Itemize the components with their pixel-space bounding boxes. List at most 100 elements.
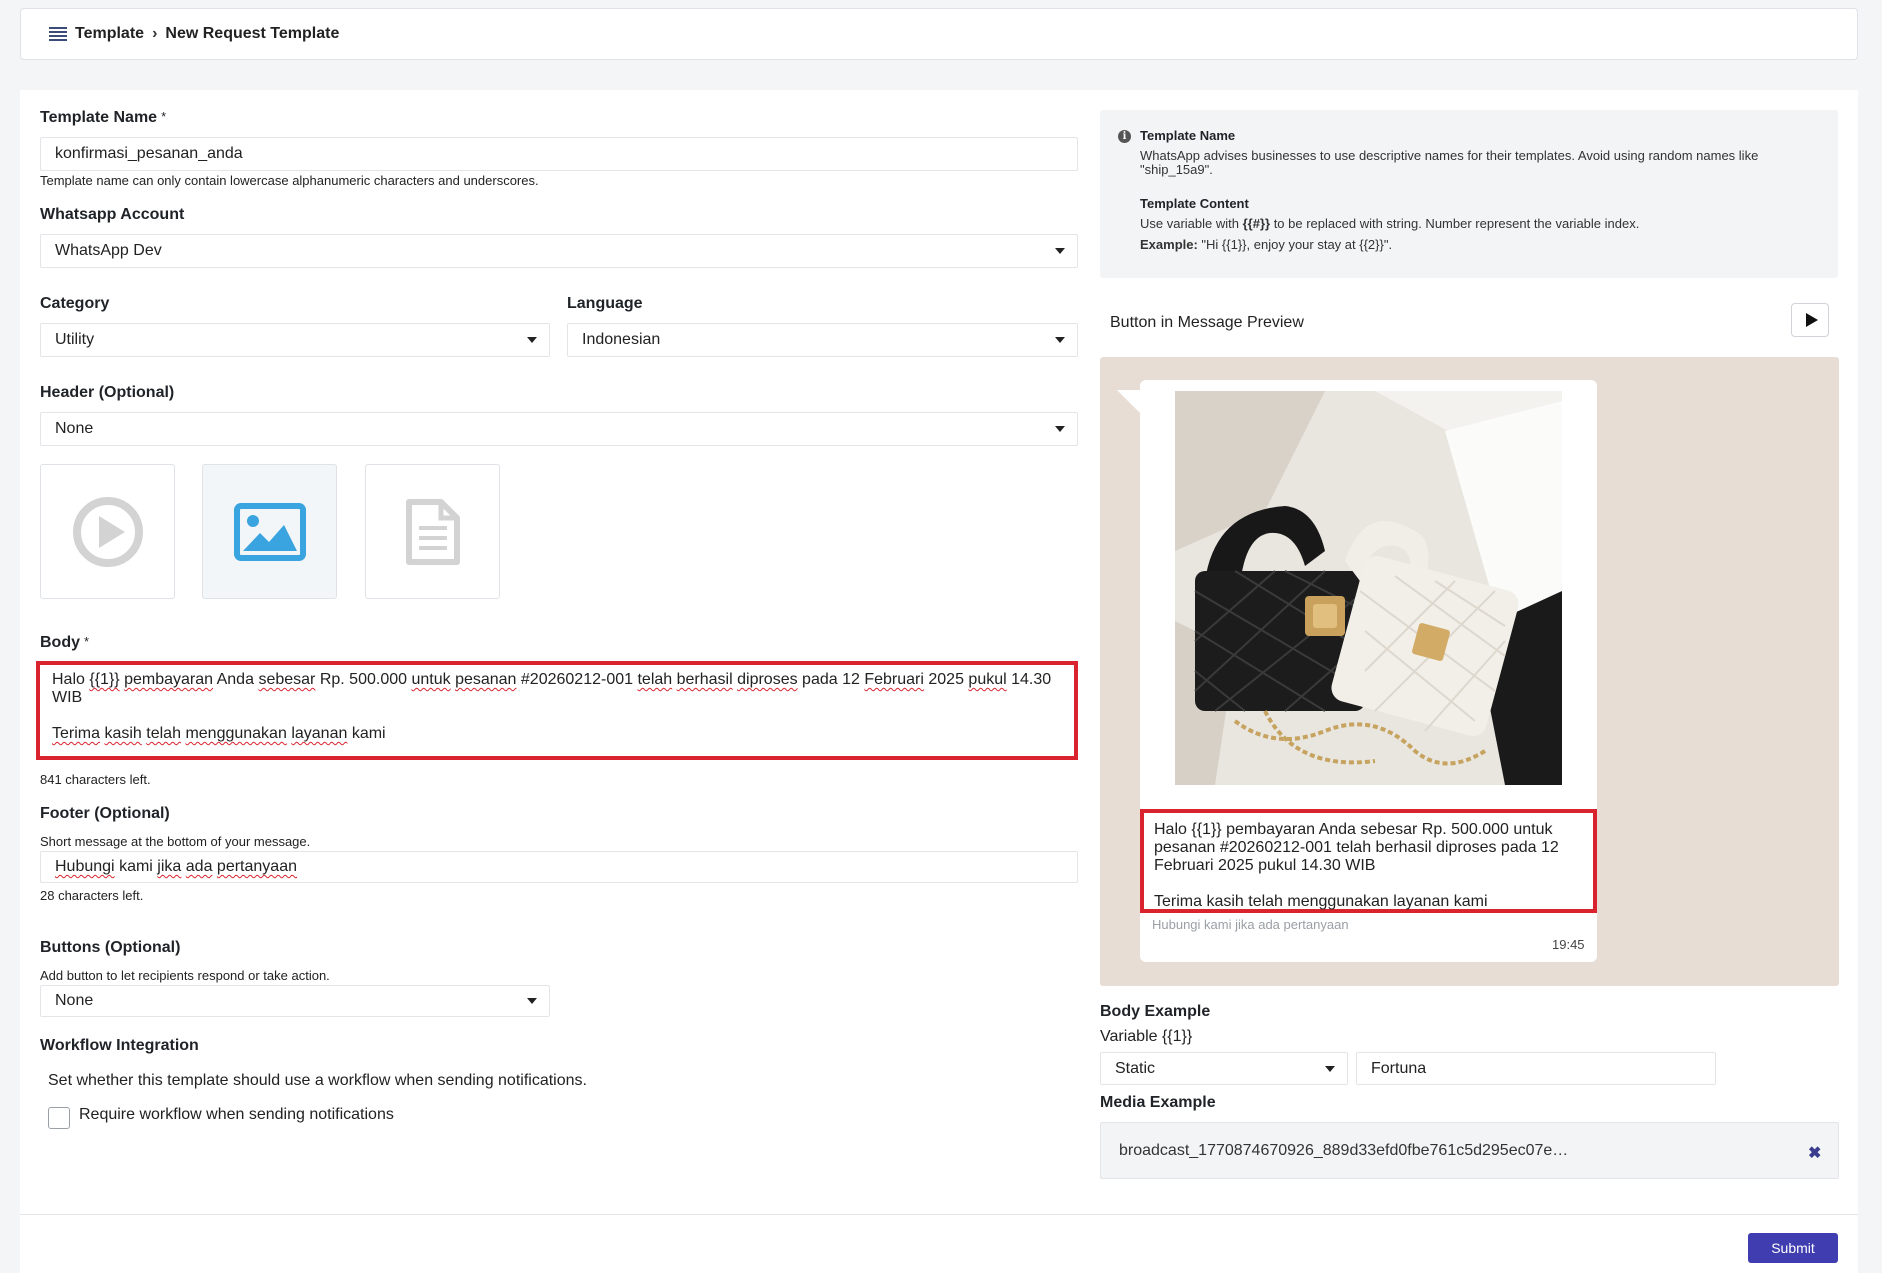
chevron-down-icon [1055, 337, 1065, 343]
language-select[interactable]: Indonesian [567, 323, 1078, 357]
handbags-photo [1175, 391, 1562, 785]
media-example-filename: broadcast_1770874670926_889d33efd0fbe761… [1119, 1141, 1569, 1159]
body-word: 500.000 [349, 671, 408, 688]
preview-timestamp: 19:45 [1552, 937, 1585, 952]
preview-message-line: Terima kasih telah menggunakan layanan k… [1154, 893, 1488, 910]
variable-value-input[interactable]: Fortuna [1356, 1052, 1716, 1085]
header-select[interactable]: None [40, 412, 1078, 446]
category-label: Category [40, 295, 110, 312]
buttons-select[interactable]: None [40, 985, 550, 1017]
buttons-hint: Add button to let recipients respond or … [40, 968, 330, 983]
body-word: 12 [842, 671, 860, 688]
body-example-label: Body Example [1100, 1003, 1211, 1020]
variable-type-select[interactable]: Static [1100, 1052, 1348, 1085]
body-word: #20260212-001 [520, 671, 634, 688]
template-name-hint: Template name can only contain lowercase… [40, 173, 539, 188]
preview-message-body: Halo {{1}} pembayaran Anda sebesar Rp. 5… [1140, 809, 1597, 913]
footer-chars-left: 28 characters left. [40, 888, 144, 903]
body-word: pembayaran [124, 671, 214, 688]
language-value: Indonesian [582, 331, 661, 348]
preview-blank-line [1154, 875, 1583, 893]
language-label: Language [567, 295, 643, 312]
preview-header-image [1175, 391, 1562, 785]
workflow-checkbox-label[interactable]: Require workflow when sending notificati… [79, 1106, 394, 1124]
whatsapp-account-value: WhatsApp Dev [55, 242, 162, 259]
body-word: {{1}} [89, 671, 120, 688]
info-example: Example: "Hi {{1}}, enjoy your stay at {… [1140, 237, 1393, 252]
workflow-label: Workflow Integration [40, 1037, 199, 1054]
body-word: diproses [737, 671, 798, 688]
bubble-tail [1117, 390, 1142, 415]
footer-input[interactable]: Hubungi kami jika ada pertanyaan [40, 851, 1078, 883]
chevron-down-icon [1325, 1065, 1335, 1072]
workflow-description: Set whether this template should use a w… [48, 1072, 587, 1089]
info-name-title: Template Name [1140, 128, 1236, 143]
body-chars-left: 841 characters left. [40, 772, 151, 787]
body-word: layanan [291, 725, 348, 742]
body-word: telah [637, 671, 673, 688]
preview-label: Button in Message Preview [1110, 314, 1304, 331]
body-word: 14.30 [1011, 671, 1052, 688]
preview-message-line: Februari 2025 pukul 14.30 WIB [1154, 857, 1376, 874]
body-label: Body * [40, 634, 90, 651]
body-textarea[interactable]: Halo {{1}} pembayaran Anda sebesar Rp. 5… [36, 661, 1078, 760]
footer-word: pertanyaan [216, 858, 297, 875]
body-word: menggunakan [185, 725, 287, 742]
category-value: Utility [55, 331, 95, 348]
footer-hint: Short message at the bottom of your mess… [40, 834, 311, 849]
chevron-down-icon [527, 998, 537, 1004]
body-line-3: Terima kasih telah menggunakan layanan k… [52, 725, 1062, 743]
remove-media-icon[interactable]: ✖ [1808, 1143, 1821, 1163]
body-word: kasih [104, 725, 142, 742]
body-word: Februari [864, 671, 924, 688]
variable-type-value: Static [1115, 1059, 1156, 1077]
body-word: Terima [52, 725, 101, 742]
buttons-label: Buttons (Optional) [40, 939, 181, 956]
body-word: Rp. [319, 671, 345, 688]
footer-word: Hubungi [55, 858, 115, 875]
chevron-down-icon [527, 337, 537, 343]
play-icon [1805, 313, 1818, 327]
body-word: berhasil [676, 671, 733, 688]
chevron-down-icon [1055, 248, 1065, 254]
body-word: Halo [52, 671, 85, 688]
media-example-label: Media Example [1100, 1094, 1216, 1111]
body-word: sebesar [258, 671, 316, 688]
info-icon: i [1118, 130, 1131, 143]
breadcrumb-separator-icon: › [152, 25, 158, 42]
document-icon [405, 498, 460, 565]
info-name-text: WhatsApp advises businesses to use descr… [1140, 148, 1759, 177]
info-panel: i Template Name WhatsApp advises busines… [1100, 110, 1838, 278]
media-example-file: broadcast_1770874670926_889d33efd0fbe761… [1100, 1122, 1839, 1179]
info-content-title: Template Content [1140, 196, 1249, 211]
breadcrumb-current: New Request Template [165, 25, 340, 42]
submit-button[interactable]: Submit [1748, 1233, 1838, 1263]
info-content-text: Use variable with {{#}} to be replaced w… [1140, 216, 1640, 231]
workflow-checkbox[interactable] [48, 1107, 70, 1129]
footer-divider [20, 1214, 1858, 1215]
body-word: pukul [968, 671, 1007, 688]
body-example-variable-label: Variable {{1}} [1100, 1028, 1193, 1045]
body-word: pada [802, 671, 838, 688]
preview-play-button[interactable] [1791, 303, 1829, 337]
breadcrumb-parent[interactable]: Template [75, 25, 144, 43]
header-label: Header (Optional) [40, 384, 175, 401]
whatsapp-account-select[interactable]: WhatsApp Dev [40, 234, 1078, 268]
footer-word: kami [119, 858, 153, 875]
body-word: kami [351, 725, 386, 742]
body-word: 2025 [928, 671, 964, 688]
header-video-option[interactable] [40, 464, 175, 599]
header-document-option[interactable] [365, 464, 500, 599]
template-name-input[interactable]: konfirmasi_pesanan_anda [40, 137, 1078, 171]
template-name-label: Template Name * [40, 109, 167, 126]
body-line-1: Halo {{1}} pembayaran Anda sebesar Rp. 5… [52, 671, 1062, 689]
image-icon [233, 502, 306, 561]
body-word: pesanan [455, 671, 517, 688]
whatsapp-account-label: Whatsapp Account [40, 206, 185, 223]
category-select[interactable]: Utility [40, 323, 550, 357]
header-image-option[interactable] [202, 464, 337, 599]
body-blank-line [52, 707, 1062, 725]
breadcrumb: Template › New Request Template [20, 8, 1858, 60]
footer-word: jika [157, 858, 182, 875]
footer-label: Footer (Optional) [40, 805, 170, 822]
